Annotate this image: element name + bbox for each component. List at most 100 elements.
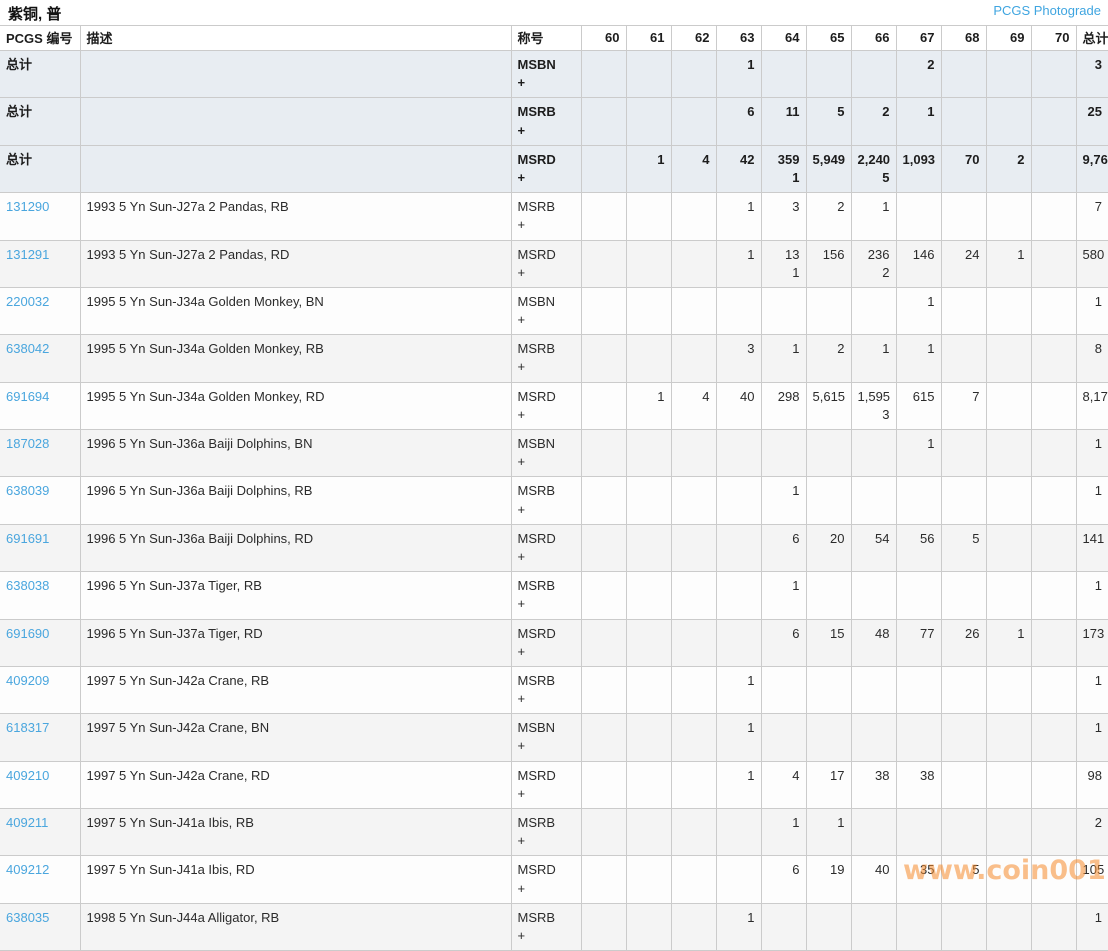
grade-62-cell [671,193,716,240]
grade-64-cell: 11 [761,98,806,145]
table-body: 总计MSBN +123总计MSRB +61152125总计MSRD +14423… [0,51,1108,951]
total-cell: 2 [1076,809,1108,856]
grade-69-cell [986,903,1031,950]
pcgs-number-link[interactable]: 131291 [6,247,49,262]
grade-63-cell: 3 [716,335,761,382]
total-row-label: 总计 [0,51,80,98]
grade-70-cell [1031,714,1076,761]
description-cell: 1996 5 Yn Sun-J37a Tiger, RD [80,619,511,666]
pcgs-number-link[interactable]: 220032 [6,294,49,309]
header-grade-61: 61 [626,26,671,51]
grade-66-cell: 2,240 5 [851,145,896,192]
grade-70-cell [1031,572,1076,619]
grade-68-cell [941,809,986,856]
grade-63-cell [716,856,761,903]
pcgs-number-link[interactable]: 691694 [6,389,49,404]
total-row-label: 总计 [0,98,80,145]
grade-64-cell [761,666,806,713]
grade-68-cell [941,193,986,240]
grade-69-cell [986,430,1031,477]
grade-63-cell: 1 [716,240,761,287]
grade-61-cell [626,430,671,477]
grade-70-cell [1031,51,1076,98]
header-grade-68: 68 [941,26,986,51]
page-title: 紫铜, 普 [8,3,61,24]
grade-64-cell [761,287,806,334]
designation-cell: MSRD + [511,761,581,808]
grade-62-cell [671,524,716,571]
pcgs-number-link[interactable]: 638039 [6,483,49,498]
grade-62-cell [671,714,716,761]
grade-67-cell: 146 [896,240,941,287]
grade-68-cell: 5 [941,856,986,903]
grade-63-cell [716,619,761,666]
grade-69-cell [986,193,1031,240]
grade-69-cell [986,761,1031,808]
grade-66-cell: 40 [851,856,896,903]
grade-69-cell: 1 [986,619,1031,666]
description-cell: 1997 5 Yn Sun-J42a Crane, RB [80,666,511,713]
pcgs-number-link[interactable]: 638038 [6,578,49,593]
grade-67-cell [896,714,941,761]
grade-67-cell: 615 [896,382,941,429]
pcgs-number-cell: 691694 [0,382,80,429]
grade-65-cell [806,666,851,713]
grade-70-cell [1031,430,1076,477]
total-cell: 9,766 [1076,145,1108,192]
pcgs-number-link[interactable]: 618317 [6,720,49,735]
total-row: 总计MSRD +1442359 15,9492,240 51,0937029,7… [0,145,1108,192]
pcgs-number-link[interactable]: 409212 [6,862,49,877]
grade-69-cell: 1 [986,240,1031,287]
total-cell: 8,178 [1076,382,1108,429]
grade-68-cell: 7 [941,382,986,429]
header-grade-67: 67 [896,26,941,51]
pcgs-number-link[interactable]: 638042 [6,341,49,356]
population-table: PCGS 编号 描述 称号 60 61 62 63 64 65 66 67 68… [0,25,1108,951]
grade-60-cell [581,240,626,287]
table-row: 1312911993 5 Yn Sun-J27a 2 Pandas, RDMSR… [0,240,1108,287]
grade-68-cell [941,666,986,713]
grade-63-cell: 40 [716,382,761,429]
grade-61-cell [626,524,671,571]
grade-65-cell: 15 [806,619,851,666]
description-cell [80,51,511,98]
photograde-link[interactable]: PCGS Photograde [993,3,1101,18]
header-description: 描述 [80,26,511,51]
grade-63-cell [716,477,761,524]
pcgs-number-link[interactable]: 409211 [6,815,48,830]
grade-60-cell [581,903,626,950]
grade-69-cell [986,809,1031,856]
grade-65-cell: 5,615 [806,382,851,429]
grade-60-cell [581,619,626,666]
pcgs-number-link[interactable]: 638035 [6,910,49,925]
table-row: 4092111997 5 Yn Sun-J41a Ibis, RBMSRB +1… [0,809,1108,856]
grade-66-cell: 236 2 [851,240,896,287]
header-grade-69: 69 [986,26,1031,51]
grade-62-cell [671,98,716,145]
grade-68-cell [941,761,986,808]
total-cell: 580 [1076,240,1108,287]
pcgs-number-link[interactable]: 131290 [6,199,49,214]
top-bar: 紫铜, 普 PCGS Photograde [0,0,1108,25]
grade-60-cell [581,430,626,477]
grade-60-cell [581,477,626,524]
pcgs-number-link[interactable]: 409209 [6,673,49,688]
table-row: 1870281996 5 Yn Sun-J36a Baiji Dolphins,… [0,430,1108,477]
grade-68-cell: 70 [941,145,986,192]
table-row: 6380391996 5 Yn Sun-J36a Baiji Dolphins,… [0,477,1108,524]
grade-60-cell [581,666,626,713]
pcgs-number-cell: 187028 [0,430,80,477]
header-grade-70: 70 [1031,26,1076,51]
pcgs-number-link[interactable]: 187028 [6,436,49,451]
pcgs-number-link[interactable]: 691690 [6,626,49,641]
grade-64-cell: 3 [761,193,806,240]
grade-67-cell: 1 [896,98,941,145]
grade-67-cell [896,572,941,619]
pcgs-number-link[interactable]: 691691 [6,531,49,546]
grade-65-cell [806,903,851,950]
grade-60-cell [581,382,626,429]
pcgs-number-link[interactable]: 409210 [6,768,49,783]
grade-67-cell [896,666,941,713]
grade-60-cell [581,335,626,382]
grade-61-cell [626,193,671,240]
